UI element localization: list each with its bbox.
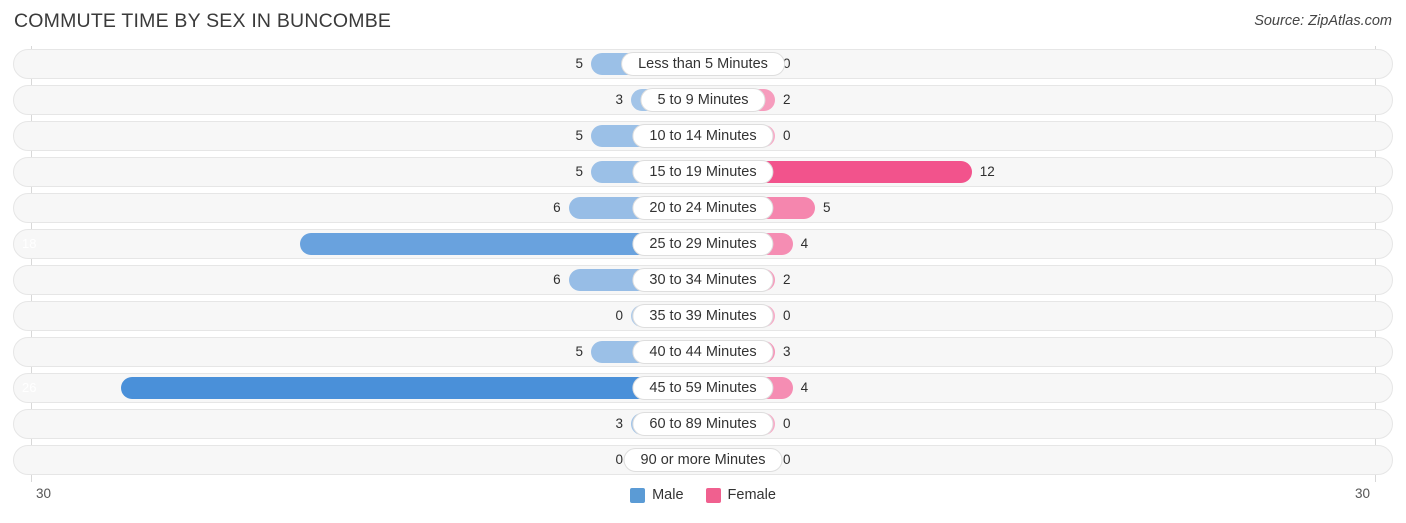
bar-rows: 5 0 Less than 5 Minutes 3 2 5 to 9 Minutes 5 0 1…: [0, 49, 1406, 481]
plot-area: 5 0 Less than 5 Minutes 3 2 5 to 9 Minutes 5 0 1…: [0, 46, 1406, 482]
table-row[interactable]: 6 5 20 to 24 Minutes: [13, 193, 1393, 223]
category-label: 20 to 24 Minutes: [632, 196, 774, 220]
bar-value-female: 2: [783, 92, 791, 107]
bar-value-male: 3: [615, 92, 623, 107]
table-row[interactable]: 0 0 35 to 39 Minutes: [13, 301, 1393, 331]
table-row[interactable]: 18 4 25 to 29 Minutes: [13, 229, 1393, 259]
category-label: Less than 5 Minutes: [621, 52, 785, 76]
bar-value-male: 0: [615, 452, 623, 467]
bar-value-male: 5: [575, 164, 583, 179]
category-label: 25 to 29 Minutes: [632, 232, 774, 256]
category-label: 5 to 9 Minutes: [640, 88, 766, 112]
bar-value-male: 0: [615, 308, 623, 323]
bar-value-female: 5: [823, 200, 831, 215]
chart-footer: 30 30 Male Female: [0, 482, 1406, 523]
table-row[interactable]: 5 12 15 to 19 Minutes: [13, 157, 1393, 187]
bar-value-female: 0: [783, 416, 791, 431]
legend-swatch-female-icon: [705, 487, 721, 503]
bar-value-female: 0: [783, 308, 791, 323]
legend-label-male: Male: [652, 487, 684, 503]
legend-label-female: Female: [727, 487, 776, 503]
source-attribution: Source: ZipAtlas.com: [1254, 13, 1392, 29]
bar-value-female: 3: [783, 344, 791, 359]
bar-value-female: 2: [783, 272, 791, 287]
bar-value-female: 0: [783, 452, 791, 467]
bar-value-female: 4: [800, 380, 809, 395]
legend: Male Female: [0, 487, 1406, 503]
table-row[interactable]: 5 3 40 to 44 Minutes: [13, 337, 1393, 367]
category-label: 35 to 39 Minutes: [632, 304, 774, 328]
category-label: 40 to 44 Minutes: [632, 340, 774, 364]
category-label: 60 to 89 Minutes: [632, 412, 774, 436]
category-label: 10 to 14 Minutes: [632, 124, 774, 148]
legend-item-male[interactable]: Male: [630, 487, 684, 503]
bar-value-female: 12: [979, 164, 995, 179]
table-row[interactable]: 5 0 10 to 14 Minutes: [13, 121, 1393, 151]
category-label: 90 or more Minutes: [623, 448, 783, 472]
legend-item-female[interactable]: Female: [705, 487, 776, 503]
table-row[interactable]: 0 0 90 or more Minutes: [13, 445, 1393, 475]
table-row[interactable]: 3 0 60 to 89 Minutes: [13, 409, 1393, 439]
bar-male[interactable]: [120, 377, 703, 399]
table-row[interactable]: 6 2 30 to 34 Minutes: [13, 265, 1393, 295]
bar-value-male: 26: [22, 380, 37, 395]
bar-value-female: 4: [800, 236, 809, 251]
legend-swatch-male-icon: [630, 487, 646, 503]
bar-value-male: 3: [615, 416, 623, 431]
chart-header: COMMUTE TIME BY SEX IN BUNCOMBE Source: …: [0, 0, 1406, 44]
bar-value-female: 0: [783, 128, 791, 143]
bar-value-male: 5: [575, 128, 583, 143]
bar-value-male: 5: [575, 56, 583, 71]
bar-value-male: 5: [575, 344, 583, 359]
table-row[interactable]: 26 4 45 to 59 Minutes: [13, 373, 1393, 403]
table-row[interactable]: 5 0 Less than 5 Minutes: [13, 49, 1393, 79]
page-title: COMMUTE TIME BY SEX IN BUNCOMBE: [14, 10, 392, 32]
bar-value-male: 18: [22, 236, 37, 251]
category-label: 30 to 34 Minutes: [632, 268, 774, 292]
category-label: 45 to 59 Minutes: [632, 376, 774, 400]
chart-page: COMMUTE TIME BY SEX IN BUNCOMBE Source: …: [0, 0, 1406, 523]
table-row[interactable]: 3 2 5 to 9 Minutes: [13, 85, 1393, 115]
bar-value-male: 6: [553, 272, 561, 287]
bar-value-male: 6: [553, 200, 561, 215]
category-label: 15 to 19 Minutes: [632, 160, 774, 184]
